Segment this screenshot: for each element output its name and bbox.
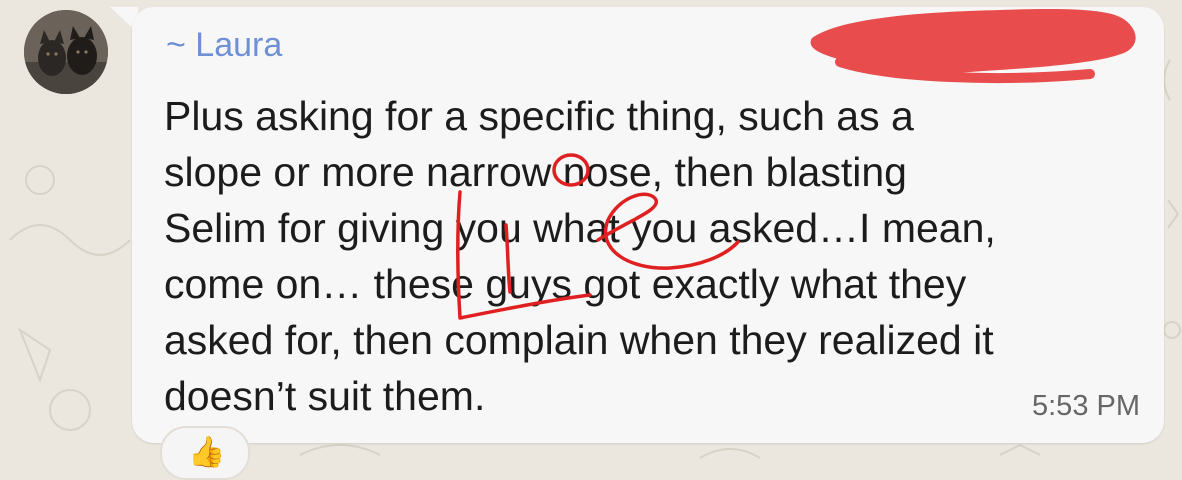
sender-name[interactable]: ~ Laura [166, 26, 282, 65]
redaction-scribble [810, 9, 1136, 83]
avatar[interactable] [24, 10, 108, 94]
handwritten-lie-annotation [455, 153, 740, 320]
dog-photo-icon [24, 10, 108, 94]
message-timestamp: 5:53 PM [1032, 390, 1140, 422]
reaction-bubble[interactable]: 👍 [160, 426, 250, 480]
thumbs-up-icon: 👍 [188, 436, 226, 469]
